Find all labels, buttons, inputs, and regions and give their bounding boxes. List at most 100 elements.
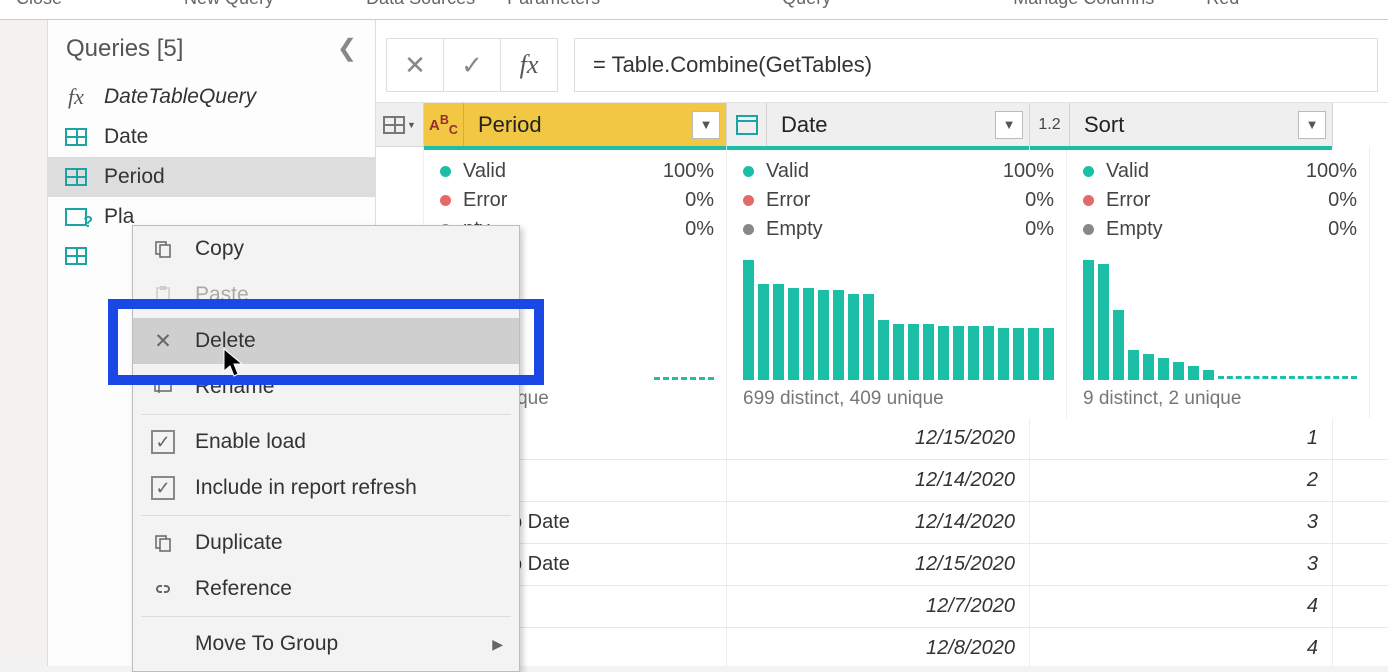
- menu-enable-load[interactable]: ✓ Enable load: [133, 419, 519, 465]
- empty-label: Empty: [1106, 218, 1163, 241]
- cell-sort[interactable]: 1: [1030, 418, 1333, 459]
- cell-date[interactable]: 12/14/2020: [727, 502, 1030, 543]
- menu-label: Include in report refresh: [195, 476, 417, 500]
- table-row[interactable]: t Week to Date12/15/20203: [376, 544, 1388, 586]
- column-profile-row: Valid100% Error0% pty0% nct, 2 unique Va…: [376, 147, 1388, 418]
- column-filter-button[interactable]: ▼: [1298, 111, 1326, 139]
- query-date[interactable]: Date: [48, 117, 375, 157]
- select-all-corner[interactable]: ▼: [376, 103, 424, 147]
- valid-dot-icon: [743, 166, 754, 177]
- ribbon-parameters[interactable]: Parameters: [491, 0, 616, 7]
- table-question-icon: ?: [62, 206, 90, 228]
- menu-move-to-group[interactable]: Move To Group ▶: [133, 621, 519, 667]
- cell-sort[interactable]: 2: [1030, 460, 1333, 501]
- table-row[interactable]: t Week to Date12/14/20203: [376, 502, 1388, 544]
- query-period[interactable]: Period: [48, 157, 375, 197]
- ribbon-data-sources[interactable]: Data Sources: [350, 0, 491, 7]
- column-filter-button[interactable]: ▼: [692, 111, 720, 139]
- cell-sort[interactable]: 4: [1030, 586, 1333, 627]
- cell-sort[interactable]: 4: [1030, 628, 1333, 666]
- table-row[interactable]: us Week12/7/20204: [376, 586, 1388, 628]
- editor-area: ✕ ✓ fx = Table.Combine(GetTables) ▼ ABC …: [376, 20, 1388, 666]
- formula-text: = Table.Combine(GetTables): [593, 52, 872, 78]
- column-header-date[interactable]: Date ▼: [727, 103, 1030, 147]
- cell-date[interactable]: 12/7/2020: [727, 586, 1030, 627]
- query-label: Date: [104, 125, 148, 149]
- menu-separator: [141, 616, 511, 617]
- fx-icon: fx: [520, 50, 539, 80]
- formula-fx-button[interactable]: fx: [500, 38, 558, 92]
- column-name: Date: [767, 112, 995, 138]
- check-icon: ✓: [461, 50, 483, 81]
- ribbon-manage-columns[interactable]: Manage Columns: [997, 0, 1170, 7]
- quality-bar: [727, 146, 1029, 150]
- ribbon-reduce[interactable]: Red: [1190, 0, 1255, 7]
- empty-dot-icon: [743, 224, 754, 235]
- ribbon-new-query[interactable]: New Query: [168, 0, 290, 7]
- rename-icon: [149, 377, 177, 397]
- cell-date[interactable]: 12/15/2020: [727, 418, 1030, 459]
- column-filter-button[interactable]: ▼: [995, 111, 1023, 139]
- ribbon-query[interactable]: Query: [766, 0, 847, 7]
- formula-cancel-button[interactable]: ✕: [386, 38, 444, 92]
- delete-icon: ✕: [149, 329, 177, 354]
- error-label: Error: [766, 189, 810, 212]
- column-header-period[interactable]: ABC Period ▼: [424, 103, 727, 147]
- ribbon-close[interactable]: Close: [0, 0, 78, 7]
- error-dot-icon: [440, 195, 451, 206]
- data-grid: ▼ ABC Period ▼ Date ▼ 1.2 Sort ▼: [376, 103, 1388, 666]
- ribbon: Close New Query Data Sources Parameters …: [0, 0, 1388, 20]
- reference-icon: [149, 582, 177, 596]
- histogram-date: [743, 250, 1054, 380]
- column-header-sort[interactable]: 1.2 Sort ▼: [1030, 103, 1333, 147]
- table-row[interactable]: us Week12/8/20204: [376, 628, 1388, 666]
- menu-label: Enable load: [195, 430, 306, 454]
- cell-date[interactable]: 12/8/2020: [727, 628, 1030, 666]
- table-row[interactable]: day12/14/20202: [376, 460, 1388, 502]
- cell-sort[interactable]: 3: [1030, 502, 1333, 543]
- menu-include-refresh[interactable]: ✓ Include in report refresh: [133, 465, 519, 511]
- type-text-icon[interactable]: ABC: [424, 103, 464, 146]
- menu-delete[interactable]: ✕ Delete: [133, 318, 519, 364]
- chevron-down-icon: ▼: [407, 120, 416, 130]
- table-icon: [62, 166, 90, 188]
- menu-duplicate[interactable]: Duplicate: [133, 520, 519, 566]
- menu-label: Reference: [195, 577, 292, 601]
- cell-sort[interactable]: 3: [1030, 544, 1333, 585]
- profile-date: Valid100% Error0% Empty0% 699 distinct, …: [727, 147, 1067, 418]
- type-number-icon[interactable]: 1.2: [1030, 103, 1070, 146]
- chevron-down-icon: ▼: [700, 117, 713, 132]
- empty-value: 0%: [685, 218, 714, 241]
- valid-label: Valid: [463, 160, 506, 183]
- paste-icon: [149, 285, 177, 305]
- copy-icon: [149, 239, 177, 259]
- left-rail: [0, 20, 48, 666]
- query-label: Pla: [104, 205, 134, 229]
- checkbox-checked-icon: ✓: [149, 430, 177, 454]
- table-row[interactable]: 12/15/20201: [376, 418, 1388, 460]
- type-date-icon[interactable]: [727, 103, 767, 146]
- collapse-sidebar-icon[interactable]: ❮: [337, 34, 357, 63]
- error-value: 0%: [1025, 189, 1054, 212]
- menu-label: Move To Group: [195, 632, 338, 656]
- cell-date[interactable]: 12/15/2020: [727, 544, 1030, 585]
- histogram-sort: [1083, 250, 1357, 380]
- formula-input[interactable]: = Table.Combine(GetTables): [574, 38, 1378, 92]
- queries-title: Queries [5]: [66, 35, 183, 63]
- table-icon: [62, 126, 90, 148]
- table-icon: [62, 245, 90, 267]
- menu-reference[interactable]: Reference: [133, 566, 519, 612]
- query-context-menu: Copy Paste ✕ Delete Rename ✓ Enable load…: [132, 225, 520, 672]
- submenu-arrow-icon: ▶: [492, 636, 503, 653]
- query-label: DateTableQuery: [104, 85, 256, 109]
- menu-label: Copy: [195, 237, 244, 261]
- menu-copy[interactable]: Copy: [133, 226, 519, 272]
- queries-header[interactable]: Queries [5] ❮: [48, 20, 375, 69]
- distinct-label: 9 distinct, 2 unique: [1083, 388, 1357, 410]
- error-label: Error: [463, 189, 507, 212]
- cell-date[interactable]: 12/14/2020: [727, 460, 1030, 501]
- formula-commit-button[interactable]: ✓: [443, 38, 501, 92]
- column-name: Period: [464, 112, 692, 138]
- query-datetablequery[interactable]: fx DateTableQuery: [48, 77, 375, 117]
- menu-rename[interactable]: Rename: [133, 364, 519, 410]
